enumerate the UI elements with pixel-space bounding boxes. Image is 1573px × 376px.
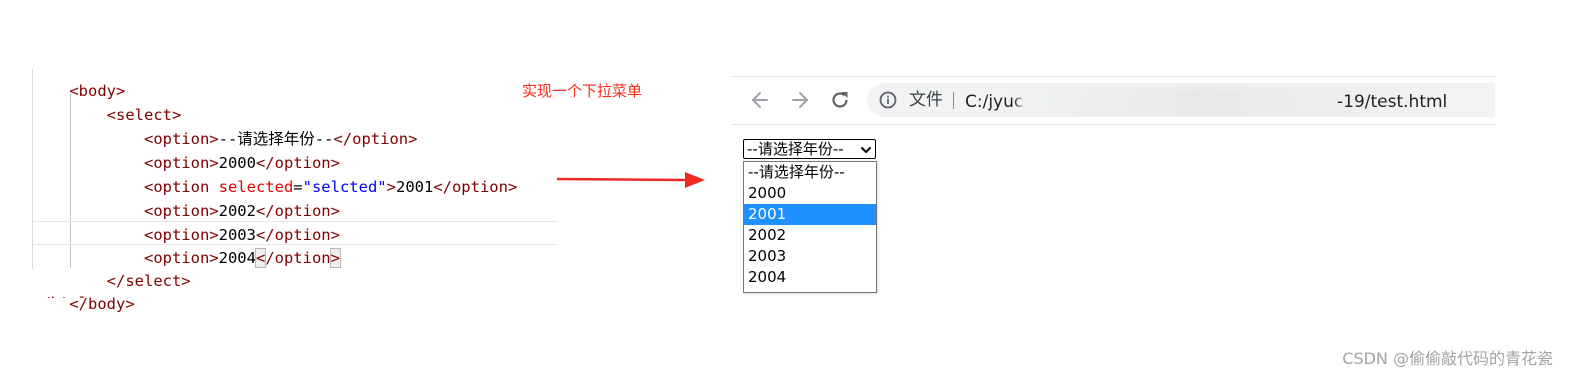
- reload-icon[interactable]: [829, 89, 851, 111]
- code-text: 2004: [218, 249, 256, 267]
- annotation-label: 实现一个下拉菜单: [522, 82, 643, 100]
- code-tag: </option>: [433, 178, 518, 196]
- select-option-highlighted[interactable]: 2001: [744, 204, 876, 225]
- select-option[interactable]: 2002: [744, 225, 876, 246]
- matched-bracket: >: [329, 248, 342, 268]
- code-line: <option>--请选择年份--</option>: [32, 103, 417, 148]
- code-line: <body>: [32, 55, 125, 100]
- code-line: <select>: [32, 79, 182, 124]
- chevron-down-icon: [861, 147, 871, 153]
- select-option[interactable]: 2004: [744, 267, 876, 288]
- code-line: <option>2002</option>: [32, 175, 340, 220]
- browser-toolbar: 文件 C:/jyuc -19/test.html: [732, 77, 1495, 125]
- url-text-end: -19/test.html: [1337, 92, 1448, 112]
- code-text: 2001: [395, 178, 434, 196]
- arrow-right-icon[interactable]: [789, 89, 811, 111]
- watermark: CSDN @偷偷敲代码的青花瓷: [1342, 349, 1553, 368]
- red-arrow-icon: [556, 172, 705, 188]
- select-dropdown-list: --请选择年份-- 2000 2001 2002 2003 2004: [743, 161, 877, 293]
- select-option[interactable]: 2000: [744, 183, 876, 204]
- select-option[interactable]: --请选择年份--: [744, 162, 876, 183]
- code-tag: >: [386, 178, 396, 196]
- select-option[interactable]: 2003: [744, 246, 876, 267]
- code-line: <option>2003</option>: [32, 199, 340, 244]
- code-line: <option selected="selcted">2001</option>: [32, 151, 517, 196]
- code-line-current: <option>2004</option>: [32, 222, 342, 268]
- select-value: --请选择年份--: [747, 140, 844, 158]
- info-icon[interactable]: [879, 91, 897, 109]
- arrow-left-icon[interactable]: [749, 89, 771, 111]
- url-text-start: C:/jyuc: [965, 92, 1024, 112]
- code-line: </body>: [32, 268, 134, 313]
- address-separator: [953, 92, 954, 109]
- code-tag: /option: [265, 249, 331, 267]
- year-select[interactable]: --请选择年份--: [743, 139, 876, 159]
- file-label: 文件: [909, 90, 943, 110]
- code-line: <option>2000</option>: [32, 127, 340, 172]
- address-bar[interactable]: 文件 C:/jyuc -19/test.html: [867, 83, 1495, 117]
- code-line-cutoff: </html>: [32, 291, 92, 298]
- matched-bracket: <: [254, 248, 267, 268]
- code-tag: </option>: [333, 130, 418, 148]
- code-line: </select>: [32, 245, 191, 290]
- code-editor: <body> <select> <option>--请选择年份--</optio…: [32, 55, 558, 313]
